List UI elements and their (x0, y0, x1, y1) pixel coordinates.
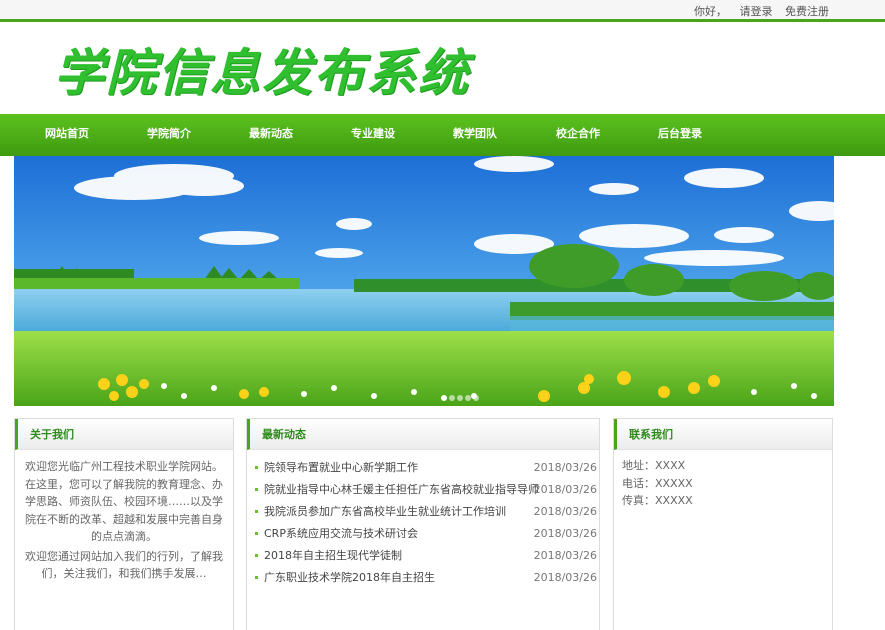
news-panel: 最新动态 院领导布置就业中心新学期工作 2018/03/26 院就业指导中心林壬媛… (246, 418, 600, 630)
banner-dot[interactable] (473, 395, 479, 401)
contact-info: 地址：XXXX 电话：XXXXX 传真：XXXXX (614, 450, 832, 510)
news-item[interactable]: 2018年自主招生现代学徒制 2018/03/26 (247, 545, 599, 567)
greeting-text: 你好， (694, 5, 727, 18)
site-header: 学院信息发布系统 (0, 25, 885, 114)
bullet-icon (255, 510, 258, 513)
contact-panel: 联系我们 地址：XXXX 电话：XXXXX 传真：XXXXX (613, 418, 833, 630)
bullet-icon (255, 554, 258, 557)
news-item-title[interactable]: 我院派员参加广东省高校毕业生就业统计工作培训 (264, 505, 506, 518)
bullet-icon (255, 488, 258, 491)
banner-dot[interactable] (449, 395, 455, 401)
banner-dot[interactable] (457, 395, 463, 401)
news-title: 最新动态 (247, 419, 599, 450)
nav-item-admin-login[interactable]: 后台登录 (658, 114, 702, 156)
news-item[interactable]: 广东职业技术学院2018年自主招生 2018/03/26 (247, 567, 599, 589)
banner-dot[interactable] (465, 395, 471, 401)
register-link[interactable]: 免费注册 (785, 5, 829, 18)
top-bar: 你好， 请登录 免费注册 (0, 0, 885, 22)
nav-item-home[interactable]: 网站首页 (45, 114, 89, 156)
about-title: 关于我们 (15, 419, 233, 450)
contact-address: 地址：XXXX (622, 459, 686, 472)
contact-phone: 电话：XXXXX (622, 476, 693, 490)
news-item-title[interactable]: 院领导布置就业中心新学期工作 (264, 461, 418, 474)
news-item-date: 2018/03/26 (533, 461, 597, 474)
news-item[interactable]: 院就业指导中心林壬媛主任担任广东省高校就业指导导师 2018/03/26 (247, 479, 599, 501)
nav-item-teaching-team[interactable]: 教学团队 (453, 114, 497, 156)
news-item-title[interactable]: 院就业指导中心林壬媛主任担任广东省高校就业指导导师 (264, 483, 539, 496)
contact-fax: 传真：XXXXX (622, 494, 693, 507)
news-list: 院领导布置就业中心新学期工作 2018/03/26 院就业指导中心林壬媛主任担任广… (247, 450, 599, 589)
bullet-icon (255, 466, 258, 469)
news-item-date: 2018/03/26 (533, 549, 597, 562)
news-item-date: 2018/03/26 (533, 527, 597, 540)
bullet-icon (255, 576, 258, 579)
news-item-date: 2018/03/26 (533, 571, 597, 584)
news-item[interactable]: CRP系统应用交流与技术研讨会 2018/03/26 (247, 523, 599, 545)
banner-image (14, 156, 834, 406)
banner-slideshow[interactable] (14, 156, 834, 406)
about-text: 欢迎您光临广州工程技术职业学院网站。在这里，您可以了解我院的教育理念、办学思路、… (15, 450, 233, 583)
news-item[interactable]: 我院派员参加广东省高校毕业生就业统计工作培训 2018/03/26 (247, 501, 599, 523)
nav-item-majors[interactable]: 专业建设 (351, 114, 395, 156)
about-paragraph-2: 欢迎您通过网站加入我们的行列，了解我们，关注我们，和我们携手发展… (25, 549, 223, 581)
nav-item-about[interactable]: 学院简介 (147, 114, 191, 156)
news-item-title[interactable]: CRP系统应用交流与技术研讨会 (264, 527, 418, 540)
login-link[interactable]: 请登录 (740, 5, 773, 18)
news-item-title[interactable]: 广东职业技术学院2018年自主招生 (264, 571, 435, 584)
banner-indicators (441, 386, 481, 405)
bullet-icon (255, 532, 258, 535)
nav-item-news[interactable]: 最新动态 (249, 114, 293, 156)
about-paragraph-1: 欢迎您光临广州工程技术职业学院网站。在这里，您可以了解我院的教育理念、办学思路、… (25, 460, 223, 543)
site-logo[interactable]: 学院信息发布系统 (54, 33, 470, 105)
about-panel: 关于我们 欢迎您光临广州工程技术职业学院网站。在这里，您可以了解我院的教育理念、… (14, 418, 234, 630)
main-nav: 网站首页 学院简介 最新动态 专业建设 教学团队 校企合作 后台登录 (0, 114, 885, 156)
news-item[interactable]: 院领导布置就业中心新学期工作 2018/03/26 (247, 457, 599, 479)
news-item-date: 2018/03/26 (533, 505, 597, 518)
contact-title: 联系我们 (614, 419, 832, 450)
user-links: 你好， 请登录 免费注册 (685, 3, 829, 19)
news-item-date: 2018/03/26 (533, 483, 597, 496)
nav-item-cooperation[interactable]: 校企合作 (556, 114, 600, 156)
news-item-title[interactable]: 2018年自主招生现代学徒制 (264, 549, 402, 562)
banner-dot[interactable] (441, 395, 447, 401)
